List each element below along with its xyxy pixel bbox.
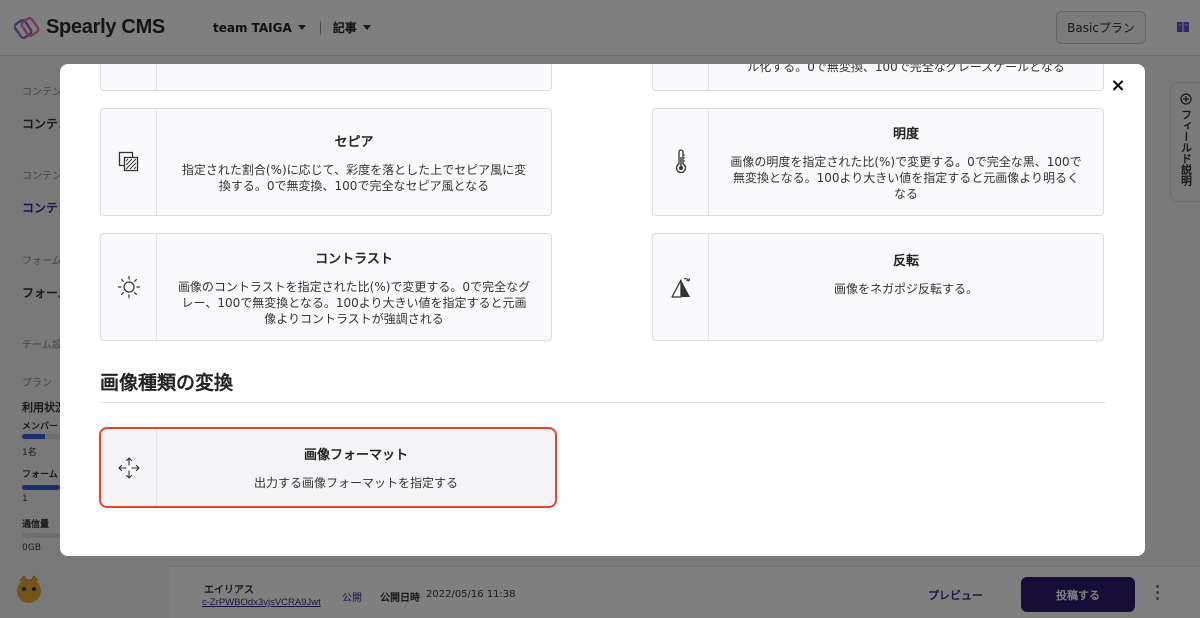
image-format-description: 出力する画像フォーマットを指定する [253,476,458,490]
option-card-contrast[interactable]: コントラスト 画像のコントラストを指定された比(%)で変更する。0で完全なグレー… [100,233,552,341]
brightness-title: 明度 [892,126,919,142]
card-icon-slot [101,64,157,90]
section-divider [100,402,1105,403]
grayscale-description: ル化する。0で無変換、100で完全なグレースケールとなる [747,64,1065,74]
invert-icon [670,278,690,298]
close-icon[interactable]: × [1110,77,1126,95]
option-card-grayscale[interactable]: ル化する。0で無変換、100で完全なグレースケールとなる [652,64,1104,91]
option-card-brightness[interactable]: 明度 画像の明度を指定された比(%)で変更する。0で完全な黒、100で無変換とな… [652,108,1104,216]
sepia-title: セピア [334,134,374,150]
section-title: 画像種類の変換 [100,372,234,394]
move-arrows-icon [117,456,140,479]
sun-icon [117,275,140,299]
image-transform-modal: × ル化する。0で無変換、100で完全なグレースケールとなる セピア 指定された… [60,64,1145,556]
image-format-title: 画像フォーマット [303,448,408,463]
sepia-description: 指定された割合(%)に応じて、彩度を落とした上でセピア風に変換する。0で無変換、… [181,162,527,193]
option-card-invert[interactable]: 反転 画像をネガポジ反転する。 [652,233,1104,341]
brightness-description: 画像の明度を指定された比(%)で変更する。0で完全な黒、100で無変換となる。1… [730,154,1082,201]
option-card-sepia[interactable]: セピア 指定された割合(%)に応じて、彩度を落とした上でセピア風に変換する。0で… [100,108,552,216]
invert-title: 反転 [892,254,919,269]
card-icon-slot [653,64,709,90]
option-card-image-format[interactable]: 画像フォーマット 出力する画像フォーマットを指定する [99,427,557,508]
thermometer-icon [675,149,686,174]
invert-description: 画像をネガポジ反転する。 [833,282,978,296]
contrast-title: コントラスト [315,251,393,267]
option-card-partial-left[interactable] [100,64,552,91]
contrast-description: 画像のコントラストを指定された比(%)で変更する。0で完全なグレー、100で無変… [177,279,531,326]
sepia-icon [118,151,138,172]
